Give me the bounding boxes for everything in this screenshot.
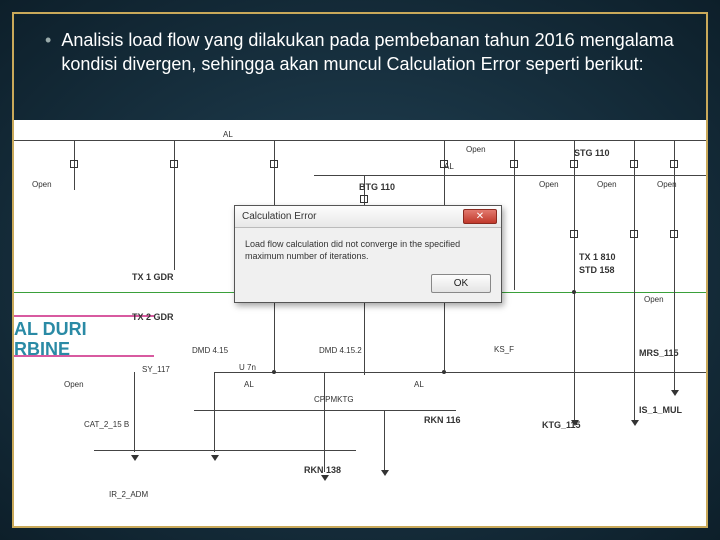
branding-text: AL DURI RBINE xyxy=(14,320,87,360)
label-std158: STD 158 xyxy=(579,265,615,275)
label-al-3: AL xyxy=(244,380,254,389)
calculation-error-dialog: Calculation Error ✕ Load flow calculatio… xyxy=(234,205,502,303)
label-open-1: Open xyxy=(466,145,486,154)
label-tx2gdr: TX 2 GDR xyxy=(132,312,174,322)
label-dmd415: DMD 4.15 xyxy=(192,346,228,355)
bullet-text: Analisis load flow yang dilakukan pada p… xyxy=(61,28,675,77)
label-open-2: Open xyxy=(32,180,52,189)
label-open-3: Open xyxy=(539,180,559,189)
label-btg110: BTG 110 xyxy=(359,182,395,192)
label-open-8: Open xyxy=(644,295,664,304)
label-rkn138: RKN 138 xyxy=(304,465,341,475)
dialog-titlebar[interactable]: Calculation Error ✕ xyxy=(235,206,501,228)
branding-line1: AL DURI xyxy=(14,320,87,340)
dialog-title: Calculation Error xyxy=(242,211,316,222)
label-u7n: U 7n xyxy=(239,363,256,372)
single-line-diagram: STG 110 BTG 110 TX 1 GDR TX 2 GDR DM_2_1… xyxy=(14,120,706,526)
label-cat215b: CAT_2_15 B xyxy=(84,420,129,429)
close-icon: ✕ xyxy=(476,211,484,222)
label-cppmktg: CPPMKTG xyxy=(314,395,354,404)
label-tx1gdr: TX 1 GDR xyxy=(132,272,174,282)
dialog-body: Load flow calculation did not converge i… xyxy=(235,228,501,268)
dialog-footer: OK xyxy=(235,268,501,302)
label-dmd4152: DMD 4.15.2 xyxy=(319,346,362,355)
label-open-4: Open xyxy=(597,180,617,189)
label-al-4: AL xyxy=(414,380,424,389)
label-open-5: Open xyxy=(657,180,677,189)
label-stg110: STG 110 xyxy=(574,148,610,158)
branding-line2: RBINE xyxy=(14,340,87,360)
close-button[interactable]: ✕ xyxy=(463,209,497,224)
bullet-dot: • xyxy=(45,28,51,77)
ok-button-label: OK xyxy=(454,278,468,289)
label-mrs115: MRS_115 xyxy=(639,348,679,358)
label-ir2adm: IR_2_ADM xyxy=(109,490,148,499)
label-open-7: Open xyxy=(64,380,84,389)
label-tx1810: TX 1 810 xyxy=(579,252,616,262)
diagram-area: STG 110 BTG 110 TX 1 GDR TX 2 GDR DM_2_1… xyxy=(14,120,706,526)
bullet-area: • Analisis load flow yang dilakukan pada… xyxy=(45,28,675,77)
label-rkn116: RKN 116 xyxy=(424,415,461,425)
label-sy117: SY_117 xyxy=(142,365,170,374)
label-is1mul: IS_1_MUL xyxy=(639,405,682,415)
ok-button[interactable]: OK xyxy=(431,274,491,293)
label-ks: KS_F xyxy=(494,345,514,354)
label-al-1: AL xyxy=(223,130,233,139)
